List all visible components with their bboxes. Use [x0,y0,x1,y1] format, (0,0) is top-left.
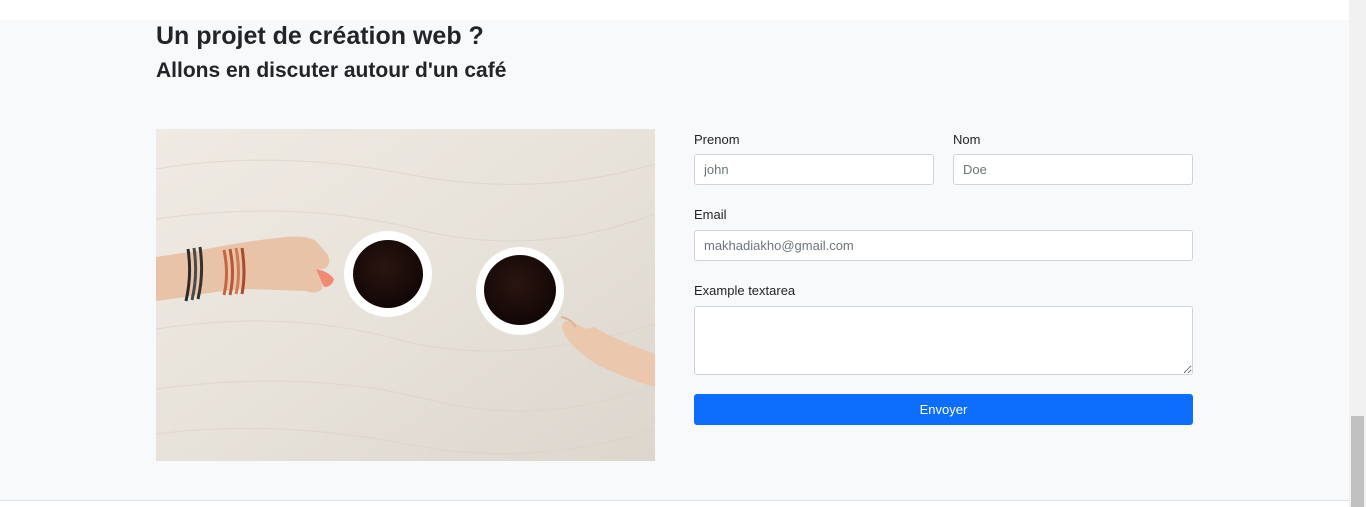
first-name-label: Prenom [694,132,740,147]
page-subtitle: Allons en discuter autour d'un café [156,59,507,82]
top-strip [0,0,1349,20]
first-name-input[interactable] [694,154,934,185]
submit-button[interactable]: Envoyer [694,394,1193,425]
email-input[interactable] [694,230,1193,261]
last-name-label: Nom [953,132,981,147]
message-label: Example textarea [694,283,796,298]
last-name-input[interactable] [953,154,1193,185]
scrollbar-thumb[interactable] [1351,416,1364,507]
email-label: Email [694,207,727,222]
message-textarea[interactable] [694,306,1193,375]
vertical-scrollbar[interactable] [1349,0,1366,507]
bottom-strip [0,501,1349,507]
page-title: Un projet de création web ? [156,22,484,50]
coffee-cups-hands-photo [156,129,655,461]
